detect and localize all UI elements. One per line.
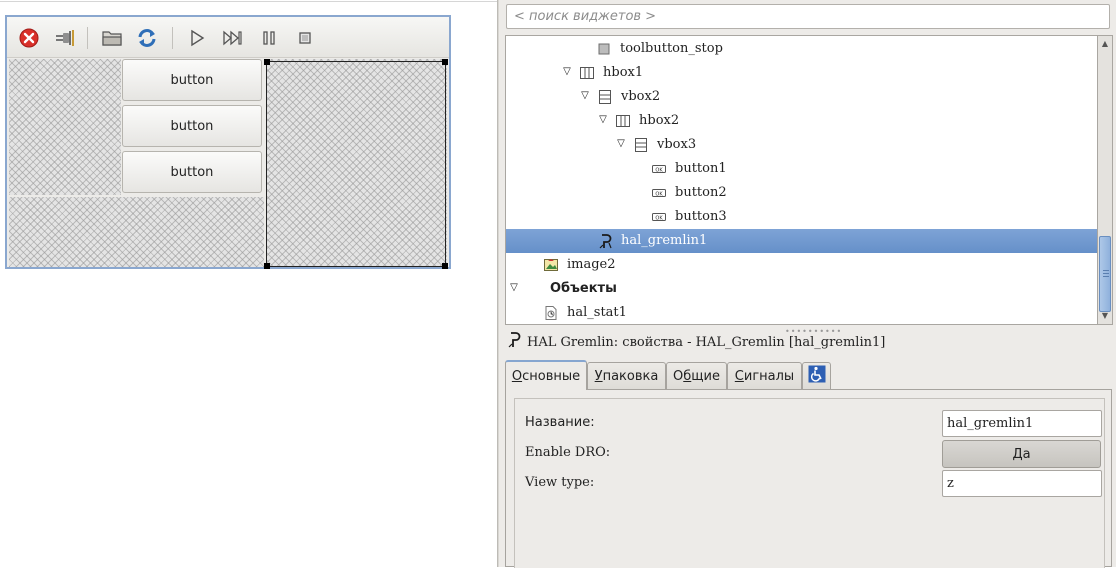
tree-label: hbox1 — [603, 65, 644, 80]
properties-grid: Название: hal_gremlin1 Enable DRO: Да Vi… — [514, 398, 1105, 568]
pause-icon[interactable] — [257, 26, 281, 50]
view-type-field[interactable]: z — [942, 470, 1102, 497]
tree-scrollbar[interactable]: ▲ ▼ — [1097, 35, 1113, 325]
tree-row-image2[interactable]: image2 — [506, 253, 1097, 277]
properties-panel: Название: hal_gremlin1 Enable DRO: Да Vi… — [505, 389, 1112, 568]
tree-label: hal_gremlin1 — [621, 233, 708, 248]
skip-icon[interactable] — [221, 26, 245, 50]
button-widget-icon: OK — [651, 209, 667, 225]
tree-row-button3[interactable]: OK button3 — [506, 205, 1097, 229]
empty-slot[interactable] — [9, 197, 264, 267]
expander-down-icon[interactable]: ▽ — [578, 89, 592, 103]
expander-down-icon[interactable]: ▽ — [560, 65, 574, 79]
toolbar-separator — [87, 27, 88, 49]
tree-row-button1[interactable]: OK button1 — [506, 157, 1097, 181]
folder-icon[interactable] — [100, 26, 124, 50]
tree-label: button2 — [675, 185, 727, 200]
button-widget-icon: OK — [651, 185, 667, 201]
resize-handle[interactable] — [442, 263, 448, 269]
tab-accessibility[interactable] — [802, 362, 831, 389]
hal-gremlin-icon — [597, 233, 613, 249]
close-icon[interactable] — [17, 26, 41, 50]
scroll-down-icon[interactable]: ▼ — [1098, 309, 1112, 323]
properties-title-bar: HAL Gremlin: свойства - HAL_Gremlin [hal… — [506, 331, 885, 353]
canvas-button-3[interactable]: button — [122, 151, 262, 193]
gremlin-toolbar — [7, 17, 449, 58]
empty-slot[interactable] — [9, 59, 121, 195]
expander-down-icon[interactable]: ▽ — [596, 113, 610, 127]
inspector-pane: < поиск виджетов > toolbutton_stop ▽ hbo… — [499, 0, 1116, 568]
accessibility-icon — [808, 365, 826, 387]
tree-row-toolbutton-stop[interactable]: toolbutton_stop — [506, 37, 1097, 61]
properties-title: HAL Gremlin: свойства - HAL_Gremlin [hal… — [527, 334, 886, 350]
stop-icon[interactable] — [293, 26, 317, 50]
image-icon — [543, 257, 559, 273]
toolbar-separator — [172, 27, 173, 49]
hbox-icon — [579, 65, 595, 81]
hal-stat-icon — [543, 305, 559, 321]
expander-down-icon[interactable]: ▽ — [507, 281, 521, 295]
tree-row-hbox2[interactable]: ▽ hbox2 — [506, 109, 1097, 133]
tab-general[interactable]: Основные — [505, 360, 587, 390]
name-field[interactable]: hal_gremlin1 — [942, 410, 1102, 437]
tree-row-vbox2[interactable]: ▽ vbox2 — [506, 85, 1097, 109]
view-type-label: View type: — [525, 475, 595, 490]
canvas-button-2[interactable]: button — [122, 105, 262, 147]
tree-row-objects[interactable]: ▽ Объекты — [506, 277, 1097, 301]
tree-row-hbox1[interactable]: ▽ hbox1 — [506, 61, 1097, 85]
enable-dro-toggle[interactable]: Да — [942, 440, 1101, 468]
selection-box — [264, 59, 448, 269]
scroll-up-icon[interactable]: ▲ — [1098, 37, 1112, 51]
resize-handle[interactable] — [264, 59, 270, 65]
vbox-icon — [597, 89, 613, 105]
name-label: Название: — [525, 415, 595, 430]
toolbutton-icon — [596, 41, 612, 57]
button-widget-icon: OK — [651, 161, 667, 177]
svg-text:OK: OK — [655, 216, 663, 222]
svg-text:OK: OK — [655, 168, 663, 174]
tree-label: vbox2 — [621, 89, 661, 104]
design-canvas: button button button — [0, 0, 497, 567]
tab-common[interactable]: Общие — [666, 362, 727, 389]
widget-tree: toolbutton_stop ▽ hbox1 ▽ vbox2 ▽ hbox2 — [505, 35, 1097, 325]
enable-dro-label: Enable DRO: — [525, 445, 611, 460]
hbox-icon — [615, 113, 631, 129]
tree-label: image2 — [567, 257, 616, 272]
tab-packing[interactable]: Упаковка — [587, 362, 666, 389]
tree-row-hal-stat1[interactable]: hal_stat1 — [506, 301, 1097, 324]
scrollbar-thumb[interactable] — [1099, 236, 1111, 312]
widget-search-input[interactable]: < поиск виджетов > — [506, 4, 1110, 29]
design-window[interactable]: button button button — [5, 15, 451, 269]
tree-label: button1 — [675, 161, 727, 176]
tree-label: hal_stat1 — [567, 305, 627, 320]
plug-icon[interactable] — [52, 26, 76, 50]
tree-row-vbox3[interactable]: ▽ vbox3 — [506, 133, 1097, 157]
svg-text:OK: OK — [655, 192, 663, 198]
tree-row-hal-gremlin1[interactable]: hal_gremlin1 — [506, 229, 1097, 253]
tree-label: Объекты — [550, 281, 617, 296]
reload-icon[interactable] — [135, 26, 159, 50]
tree-label: vbox3 — [657, 137, 697, 152]
hal-gremlin-icon — [506, 331, 522, 353]
tree-label: hbox2 — [639, 113, 680, 128]
expander-down-icon[interactable]: ▽ — [614, 137, 628, 151]
canvas-top-border — [0, 1, 497, 2]
tree-row-button2[interactable]: OK button2 — [506, 181, 1097, 205]
play-icon[interactable] — [185, 26, 209, 50]
resize-handle[interactable] — [264, 263, 270, 269]
canvas-button-1[interactable]: button — [122, 59, 262, 101]
tree-label: button3 — [675, 209, 727, 224]
tab-signals[interactable]: Сигналы — [727, 362, 802, 389]
resize-handle[interactable] — [442, 59, 448, 65]
vbox-icon — [633, 137, 649, 153]
tree-label: toolbutton_stop — [620, 41, 723, 56]
